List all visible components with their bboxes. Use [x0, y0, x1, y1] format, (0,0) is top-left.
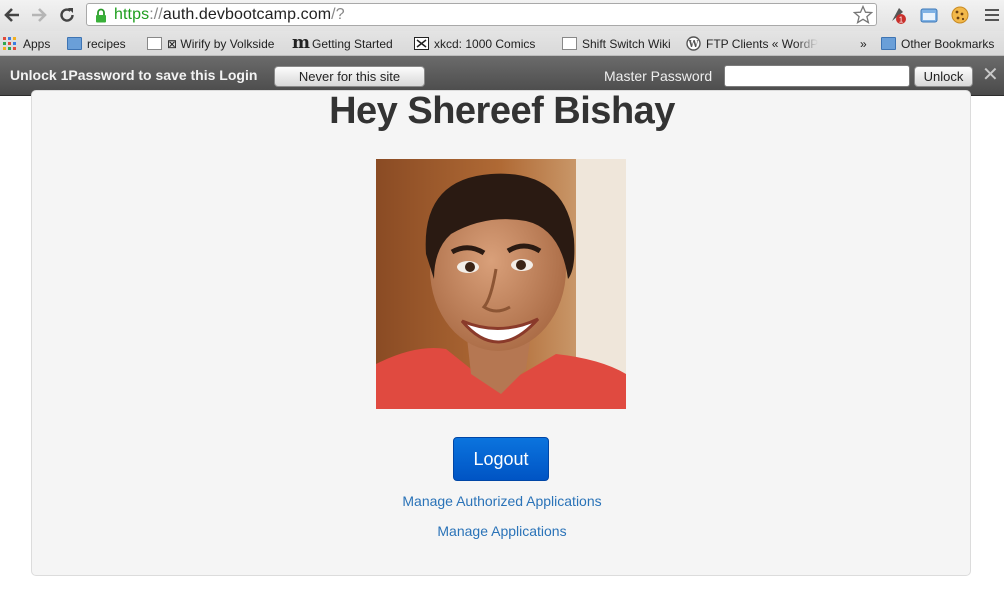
- bookmark-other-bookmarks[interactable]: Other Bookmarks: [881, 35, 994, 52]
- link-label[interactable]: Manage Applications: [437, 523, 566, 539]
- reload-icon: [60, 8, 74, 22]
- chrome-menu-button[interactable]: [982, 5, 1002, 25]
- close-icon[interactable]: ✕: [982, 65, 999, 85]
- master-password-input[interactable]: [724, 65, 910, 87]
- bookmark-recipes[interactable]: recipes: [67, 35, 126, 52]
- folder-icon: [881, 37, 896, 50]
- bookmark-label: ⊠ Wirify by Volkside: [167, 36, 275, 51]
- manage-authorized-applications-link[interactable]: Manage Authorized Applications: [0, 493, 1004, 509]
- svg-text:W: W: [687, 40, 699, 50]
- apps-grid-icon: [3, 37, 16, 50]
- bookmark-xkcd[interactable]: xkcd: 1000 Comics: [414, 35, 535, 52]
- page-content: Hey Shereef Bishay Logout Manage Authori…: [0, 90, 1004, 609]
- overflow-label: »: [860, 36, 867, 51]
- bookmark-label: recipes: [87, 36, 126, 51]
- onepassword-prompt: Unlock 1Password to save this Login: [10, 67, 258, 83]
- bookmarks-overflow-chevron[interactable]: »: [860, 35, 867, 52]
- bookmark-label: Other Bookmarks: [901, 36, 995, 51]
- back-arrow-icon: [4, 8, 19, 22]
- reload-button[interactable]: [57, 5, 77, 25]
- back-button[interactable]: [2, 5, 22, 25]
- folder-icon: [67, 37, 82, 50]
- menu-bar-icon: [985, 14, 999, 16]
- lock-icon: [96, 8, 106, 23]
- bookmark-getting-started[interactable]: m Getting Started: [292, 35, 393, 52]
- never-for-this-site-button[interactable]: Never for this site: [274, 66, 425, 87]
- bookmark-label: Shift Switch Wiki: [582, 36, 671, 51]
- address-bar[interactable]: https://auth.devbootcamp.com/?: [86, 3, 877, 26]
- manage-applications-link[interactable]: Manage Applications: [0, 523, 1004, 539]
- bookmark-label: Getting Started: [312, 36, 393, 51]
- bookmark-shift-switch[interactable]: Shift Switch Wiki: [562, 35, 671, 52]
- profile-photo: [376, 159, 626, 409]
- bookmark-wirify[interactable]: ⊠ Wirify by Volkside: [147, 35, 274, 52]
- unlock-button[interactable]: Unlock: [914, 66, 973, 87]
- bookmark-apps[interactable]: Apps: [3, 35, 50, 52]
- menu-bar-icon: [985, 19, 999, 21]
- master-password-label: Master Password: [604, 68, 713, 84]
- bookmark-label: FTP Clients « WordPr: [706, 36, 818, 51]
- page-icon: [147, 37, 162, 50]
- forward-button[interactable]: [29, 5, 49, 25]
- url-separator: ://: [149, 6, 163, 23]
- m-logo-icon: m: [292, 33, 310, 53]
- wordpress-icon: W: [686, 36, 701, 51]
- bookmark-label: xkcd: 1000 Comics: [434, 36, 536, 51]
- svg-text:1: 1: [899, 16, 904, 25]
- menu-bar-icon: [985, 9, 999, 11]
- url-text: https://auth.devbootcamp.com/?: [114, 6, 345, 24]
- logout-button[interactable]: Logout: [453, 437, 549, 481]
- url-path: /?: [331, 6, 345, 23]
- bookmark-star-icon[interactable]: [853, 5, 873, 25]
- bookmark-ftp-clients[interactable]: W FTP Clients « WordPr: [686, 35, 818, 52]
- onepassword-extension-icon[interactable]: 1: [888, 5, 908, 25]
- browser-toolbar: https://auth.devbootcamp.com/? 1: [0, 0, 1004, 31]
- bookmarks-bar: Apps recipes ⊠ Wirify by Volkside m Gett…: [0, 31, 1004, 56]
- cookie-extension-icon[interactable]: [950, 5, 970, 25]
- window-extension-icon[interactable]: [919, 5, 939, 25]
- forward-arrow-icon: [32, 8, 47, 22]
- xkcd-icon: [414, 37, 429, 50]
- bookmark-label: Apps: [23, 36, 51, 51]
- link-label[interactable]: Manage Authorized Applications: [402, 493, 601, 509]
- url-scheme: https: [114, 6, 150, 23]
- url-host: auth.devbootcamp.com: [162, 6, 332, 23]
- greeting-heading: Hey Shereef Bishay: [329, 90, 675, 132]
- page-icon: [562, 37, 577, 50]
